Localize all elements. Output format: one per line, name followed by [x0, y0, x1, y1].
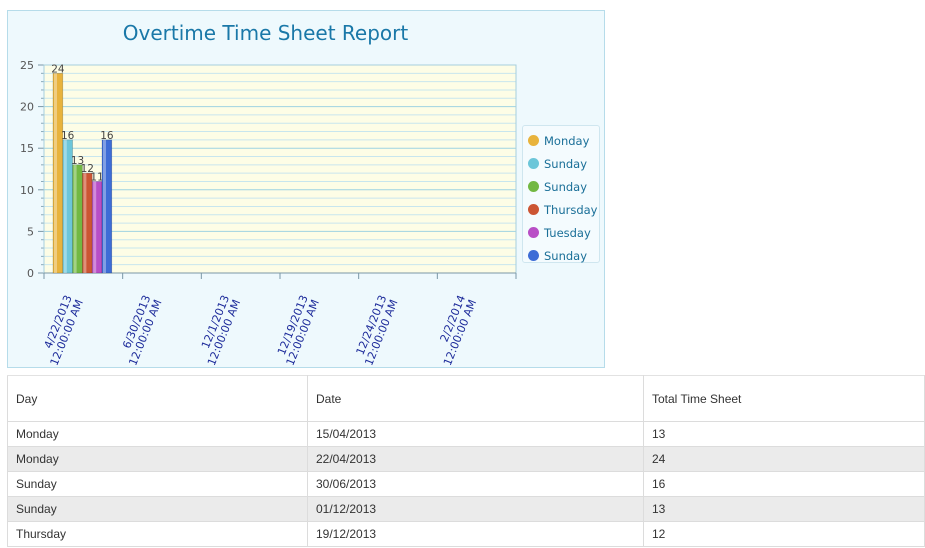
chart-legend: Monday Sunday Sunday Thursday Tuesday Su… — [522, 125, 600, 263]
y-tick-label: 5 — [27, 225, 34, 238]
x-tick-label: 2/2/201412:00:00 AM — [430, 293, 479, 367]
timesheet-table: Day Date Total Time Sheet Monday 15/04/20… — [7, 375, 925, 547]
legend-marker-icon — [528, 227, 539, 238]
table-cell: 16 — [643, 471, 925, 497]
table-cell: 13 — [643, 496, 925, 522]
table-cell: 13 — [643, 421, 925, 447]
y-tick-label: 25 — [20, 59, 34, 72]
x-tick-label: 12/24/201312:00:00 AM — [351, 293, 400, 367]
table-cell: 30/06/2013 — [307, 471, 644, 497]
table-cell: 22/04/2013 — [307, 446, 644, 472]
legend-label: Sunday — [544, 156, 588, 171]
legend-item[interactable]: Sunday — [523, 152, 599, 175]
table-row[interactable]: Monday 15/04/2013 13 — [7, 421, 925, 447]
x-tick-label: 4/22/201312:00:00 AM — [37, 293, 86, 367]
y-tick-label: 10 — [20, 184, 34, 197]
table-cell: Sunday — [7, 471, 308, 497]
table-cell: Monday — [7, 446, 308, 472]
x-tick-label: 12/1/201312:00:00 AM — [194, 293, 243, 367]
bar-value-label: 16 — [100, 130, 114, 142]
table-row[interactable]: Sunday 01/12/2013 13 — [7, 496, 925, 522]
table-cell: Sunday — [7, 496, 308, 522]
table-cell: 15/04/2013 — [307, 421, 644, 447]
legend-item[interactable]: Tuesday — [523, 221, 599, 244]
plot-area — [44, 65, 516, 273]
legend-item[interactable]: Sunday — [523, 244, 599, 267]
bar-highlight — [73, 164, 77, 273]
column-header-date[interactable]: Date — [307, 375, 644, 422]
legend-item[interactable]: Sunday — [523, 175, 599, 198]
legend-marker-icon — [528, 181, 539, 192]
legend-marker-icon — [528, 158, 539, 169]
y-tick-label: 0 — [27, 267, 34, 280]
table-row[interactable]: Thursday 19/12/2013 12 — [7, 521, 925, 547]
table-header-row: Day Date Total Time Sheet — [7, 375, 925, 422]
table-cell: 24 — [643, 446, 925, 472]
legend-label: Sunday — [544, 179, 588, 194]
bar-value-label: 24 — [51, 63, 65, 75]
bar-chart: 0510152025 2416131211164/22/201312:00:00 … — [20, 59, 517, 367]
y-tick-label: 20 — [20, 101, 34, 114]
table-row[interactable]: Sunday 30/06/2013 16 — [7, 471, 925, 497]
legend-marker-icon — [528, 250, 539, 261]
bar-highlight — [83, 173, 87, 273]
table-cell: 12 — [643, 521, 925, 547]
table-cell: Thursday — [7, 521, 308, 547]
legend-label: Sunday — [544, 248, 588, 263]
column-header-day[interactable]: Day — [7, 375, 308, 422]
bar-highlight — [63, 139, 67, 273]
y-tick-label: 15 — [20, 142, 34, 155]
x-tick-label: 6/30/201312:00:00 AM — [115, 293, 164, 367]
bar-highlight — [93, 181, 97, 273]
table-row[interactable]: Monday 22/04/2013 24 — [7, 446, 925, 472]
legend-item[interactable]: Monday — [523, 129, 599, 152]
chart-title: Overtime Time Sheet Report — [122, 21, 409, 45]
column-header-total[interactable]: Total Time Sheet — [643, 375, 925, 422]
table-cell: 01/12/2013 — [307, 496, 644, 522]
legend-label: Thursday — [544, 202, 598, 217]
bar-highlight — [54, 73, 57, 273]
table-cell: 19/12/2013 — [307, 521, 644, 547]
legend-marker-icon — [528, 135, 539, 146]
chart-panel: 0 5 10 15 20 25 24 16 13 12 11 16 4/22/201312:00:00 … — [7, 10, 605, 368]
legend-label: Monday — [544, 133, 590, 148]
bar-highlight — [103, 139, 106, 273]
legend-item[interactable]: Thursday — [523, 198, 599, 221]
legend-marker-icon — [528, 204, 539, 215]
legend-label: Tuesday — [544, 225, 591, 240]
table-cell: Monday — [7, 421, 308, 447]
x-tick-label: 12/19/201312:00:00 AM — [273, 293, 322, 367]
bar-value-label: 16 — [61, 130, 75, 142]
